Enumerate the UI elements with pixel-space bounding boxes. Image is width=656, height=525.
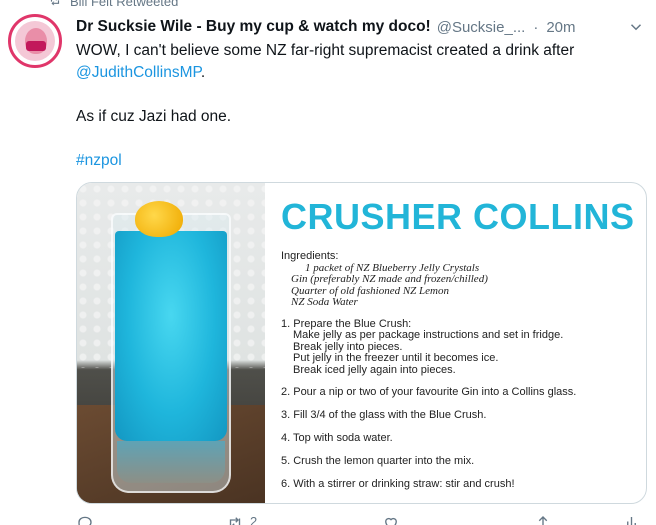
recipe-card: CRUSHER COLLINS Ingredients: 1 packet of…: [281, 197, 641, 497]
tweet-text: WOW, I can't believe some NZ far-right s…: [76, 40, 648, 172]
tweet-time[interactable]: 20m: [546, 19, 575, 36]
tweet-media[interactable]: CRUSHER COLLINS Ingredients: 1 packet of…: [76, 182, 647, 504]
tweet-text-line1: WOW, I can't believe some NZ far-right s…: [76, 42, 575, 59]
lemon: [135, 201, 183, 237]
step-item: 4. Top with soda water.: [281, 432, 393, 444]
tweet-actions: 2: [76, 514, 648, 525]
hashtag-link[interactable]: #nzpol: [76, 150, 648, 172]
retweet-indicator[interactable]: Bill Felt Retweeted: [48, 0, 179, 9]
like-button[interactable]: [382, 514, 400, 525]
ingredients-list: Ingredients: 1 packet of NZ Blueberry Je…: [281, 250, 641, 309]
ingredients-label: Ingredients:: [281, 250, 339, 262]
analytics-icon: [627, 517, 636, 525]
mention-suffix: .: [200, 64, 206, 81]
ingredient-item: Gin (preferably NZ made and frozen/chill…: [291, 273, 488, 285]
step-item: 5. Crush the lemon quarter into the mix.: [281, 455, 475, 467]
tweet-text-line2: As if cuz Jazi had one.: [76, 108, 232, 125]
blue-drink: [115, 231, 227, 441]
drink-photo: [77, 183, 265, 503]
step-item: 3. Fill 3/4 of the glass with the Blue C…: [281, 409, 487, 421]
time-separator: ·: [533, 18, 539, 36]
avatar[interactable]: [8, 14, 62, 68]
user-handle[interactable]: @Sucksie_...: [437, 19, 526, 36]
mention-link[interactable]: @JudithCollinsMP: [76, 64, 201, 81]
step-1-title: 1. Prepare the Blue Crush:: [281, 317, 412, 330]
retweet-button[interactable]: [226, 514, 244, 525]
step-1: 1. Prepare the Blue Crush: Make jelly as…: [281, 317, 641, 377]
retweet-text: Bill Felt Retweeted: [70, 0, 179, 9]
avatar-mask: [26, 41, 46, 51]
step-1-sub: Put jelly in the freezer until it become…: [293, 352, 499, 364]
reply-icon: [78, 516, 92, 525]
display-name[interactable]: Dr Sucksie Wile - Buy my cup & watch my …: [76, 18, 431, 36]
step-item: 2. Pour a nip or two of your favourite G…: [281, 386, 577, 398]
share-icon: [538, 516, 548, 525]
step-item: 6. With a stirrer or drinking straw: sti…: [281, 478, 515, 490]
analytics-button[interactable]: [624, 514, 642, 525]
recipe-title: CRUSHER COLLINS: [281, 196, 635, 237]
reply-button[interactable]: [76, 514, 94, 525]
like-icon: [385, 517, 397, 525]
retweet-count: 2: [250, 514, 258, 525]
more-icon[interactable]: [626, 18, 646, 36]
step-1-sub: Break iced jelly again into pieces.: [293, 363, 456, 376]
step-1-sub: Make jelly as per package instructions a…: [293, 329, 564, 341]
tweet-header: Dr Sucksie Wile - Buy my cup & watch my …: [76, 16, 648, 38]
ingredient-item: NZ Soda Water: [291, 296, 358, 308]
retweet-icon: [50, 0, 60, 6]
share-button[interactable]: [534, 514, 552, 525]
retweet-icon: [229, 517, 241, 525]
drink-bottom: [117, 441, 225, 483]
steps-list: 1. Prepare the Blue Crush: Make jelly as…: [281, 317, 641, 491]
